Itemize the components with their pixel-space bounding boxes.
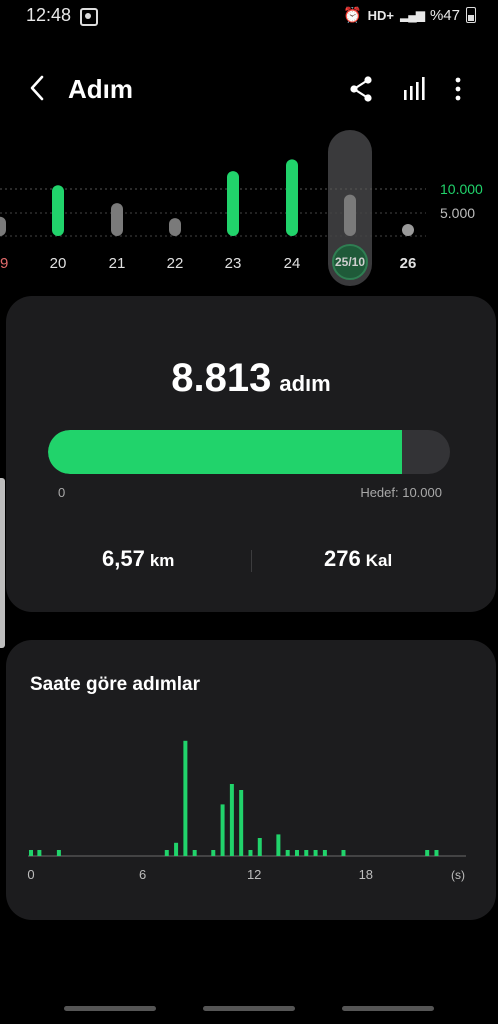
goal-progress-bar [48,430,450,474]
network-type: HD+ [367,7,394,23]
back-arrow-icon [30,75,44,101]
nav-recent-button[interactable] [64,1006,156,1011]
hourly-bar [304,850,309,856]
metrics-row: 6,57 km 276 Kal [6,546,496,580]
day-bar[interactable] [111,203,123,236]
hourly-bar [211,850,216,856]
hourly-bar [56,850,61,856]
day-label[interactable]: 23 [225,255,242,272]
hourly-bar [229,784,234,856]
hourly-bar [239,790,244,856]
day-label[interactable]: 20 [50,255,67,272]
distance-value: 6,57 [102,546,145,571]
metrics-divider [251,550,252,572]
calories-metric: 276 Kal [324,546,392,572]
share-button[interactable] [346,74,376,104]
day-label[interactable]: 26 [400,255,417,272]
distance-metric: 6,57 km [102,546,174,572]
daily-summary-card: 8.813 adım 0 Hedef: 10.000 6,57 km 276 Kal [6,296,496,612]
day-label[interactable]: 24 [284,255,301,272]
more-options-button[interactable] [446,74,470,104]
more-vert-icon [455,77,461,101]
hourly-bar [285,850,290,856]
calories-unit: Kal [365,551,393,570]
day-label[interactable]: 21 [109,255,126,272]
hourly-unit-label: (s) [451,868,465,882]
hourly-steps-card: Saate göre adımlar 0 6 12 18 (s) [6,640,496,920]
page-title: Adım [68,74,133,104]
share-icon [350,76,372,102]
hourly-bar [257,838,262,856]
day-bar[interactable] [286,159,298,236]
weekly-steps-chart[interactable]: 10.000 5.000 19 20 21 22 23 24 25/10 26 [0,128,498,288]
day-label[interactable]: 22 [167,255,184,272]
hourly-bar [174,842,179,856]
hourly-bar [313,850,318,856]
signal-icon: ▂▄▆ [400,8,425,22]
hourly-tick-label: 0 [27,867,34,882]
day-bar[interactable] [227,171,239,236]
steps-value: 8.813 [171,356,272,400]
day-label[interactable]: 19 [0,255,8,272]
hourly-tick-label: 18 [359,867,373,882]
screenshot-icon [80,8,98,26]
progress-min-label: 0 [58,485,66,500]
progress-goal-label: Hedef: 10.000 [360,485,442,500]
status-icons: ⏰ HD+ ▂▄▆ %47 [343,6,476,24]
calories-value: 276 [324,546,361,571]
hourly-bar [164,850,169,856]
nav-back-button[interactable] [342,1006,434,1011]
back-button[interactable] [26,74,52,102]
distance-unit: km [149,551,175,570]
status-bar: 12:48 ⏰ HD+ ▂▄▆ %47 [0,0,498,32]
steps-unit: adım [279,371,331,396]
hourly-bar [37,850,42,856]
day-label[interactable]: 25/10 [335,255,365,269]
bar-chart-icon [404,77,425,100]
statistics-button[interactable] [400,74,430,104]
hourly-tick-label: 12 [247,867,261,882]
goal-line-label: 10.000 [440,181,483,197]
app-bar: Adım [0,60,498,116]
edge-panel-handle[interactable] [0,478,5,648]
hourly-steps-chart: 0 6 12 18 (s) [27,740,466,882]
hourly-bar [29,850,33,856]
hourly-bar [294,850,299,856]
day-bar[interactable] [0,216,6,236]
hourly-tick-label: 6 [139,867,146,882]
status-time: 12:48 [26,5,72,25]
hourly-bar [192,850,197,856]
hourly-bar [183,740,188,856]
hourly-bar [276,834,281,856]
goal-progress-fill [48,430,403,474]
day-bar[interactable] [52,185,64,236]
alarm-icon: ⏰ [342,7,362,24]
battery-icon [466,7,476,23]
mid-line-label: 5.000 [440,205,475,221]
hourly-bar [322,850,327,856]
day-bar[interactable] [344,194,356,236]
day-bar[interactable] [169,218,181,236]
hourly-bar [220,804,225,856]
hourly-bar [434,850,439,856]
hourly-bar [425,850,430,856]
battery-text: %47 [429,6,460,24]
day-bar[interactable] [402,224,414,236]
hourly-bar [248,850,253,856]
hourly-bar [341,850,346,856]
navigation-bar [0,994,498,1024]
steps-total: 8.813 adım [6,356,496,401]
nav-home-button[interactable] [203,1006,295,1011]
